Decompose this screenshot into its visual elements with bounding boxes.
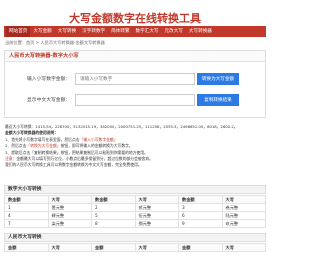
input-row: 输入小写数字金额： 转换为大写金额 — [5, 73, 267, 85]
table-header: 数金额 — [178, 195, 223, 204]
table-cell: 贰元整 — [134, 203, 179, 212]
table-header: 大写 — [47, 195, 92, 204]
nav-item-home[interactable]: 网站首页 — [6, 26, 31, 37]
table-cell: 捌元整 — [134, 219, 179, 228]
table-header: 大写 — [134, 243, 179, 252]
table-cell: 伍元整 — [134, 211, 179, 220]
table-cell: 壹元整 — [47, 203, 92, 212]
result-row: 显示中文大写金额： 复制转换结果 — [5, 94, 267, 106]
nav-item-yuan-uppercase[interactable]: 元改大写 — [162, 26, 186, 37]
rmb-table: 金额 大写 金额 大写 金额 大写 — [4, 243, 266, 252]
table-cell: 玖元整 — [221, 219, 266, 228]
amount-input-label: 输入小写数字金额： — [27, 77, 71, 82]
table-header: 数金额 — [91, 195, 136, 204]
nav-item-hanzi-to-number[interactable]: 汉字转数字 — [79, 26, 108, 37]
table-header: 金额 — [91, 243, 136, 252]
table-cell: 5 — [91, 211, 136, 220]
nav-item-converter[interactable]: 大写转换器 — [186, 26, 215, 37]
table-header-row: 金额 大写 金额 大写 金额 大写 — [4, 243, 266, 252]
main-navbar: 网站首页 大写金额 大写转换 汉字转数字 简体转繁 数字汇大写 元改大写 大写转… — [4, 26, 266, 37]
table-header-row: 数金额 大写 数金额 大写 数金额 大写 — [4, 195, 266, 204]
table-header: 大写 — [221, 195, 266, 204]
table-header: 大写 — [47, 243, 92, 252]
breadcrumb: 当前位置：首页 > 人民币大写转换器-金额大写转换器 — [5, 40, 105, 45]
table-cell: 肆元整 — [47, 211, 92, 220]
table-cell: 9 — [178, 219, 223, 228]
table-cell: 1 — [4, 203, 49, 212]
table-cell: 6 — [178, 211, 223, 220]
table-cell: 4 — [4, 211, 49, 220]
nav-item-uppercase-convert[interactable]: 大写转换 — [55, 26, 79, 37]
table-header: 大写 — [221, 243, 266, 252]
table-header: 大写 — [134, 195, 179, 204]
rmb-section-heading: 人民币大写转换 — [4, 233, 266, 242]
nav-item-number-uppercase[interactable]: 数字汇大写 — [133, 26, 162, 37]
amount-input[interactable] — [75, 73, 195, 85]
table-row: 4 肆元整 5 伍元整 6 陆元整 — [4, 211, 266, 220]
table-row: 7 柒元整 8 捌元整 9 玖元整 — [4, 219, 266, 228]
converter-panel: 人民币大写转换器-数字大小写 输入小写数字金额： 转换为大写金额 显示中文大写金… — [4, 50, 266, 118]
table-cell: 叁元整 — [221, 203, 266, 212]
table-cell: 柒元整 — [47, 219, 92, 228]
digits-table: 数金额 大写 数金额 大写 数金额 大写 1 壹元整 2 贰元整 3 叁元整 4… — [4, 195, 266, 228]
nav-item-simplified-traditional[interactable]: 简体转繁 — [108, 26, 132, 37]
nav-item-uppercase-amount[interactable]: 大写金额 — [30, 26, 54, 37]
usage-footer: 我们的人民币大写转换工具可以将数字金额转换为中文大写金额，完全免费使用。 — [5, 162, 142, 168]
site-title: 大写金额数字在线转换工具 — [69, 12, 201, 25]
result-field[interactable] — [75, 94, 195, 106]
table-cell: 2 — [91, 203, 136, 212]
usage-info: 最近大小写转换：1415.54，228700，5132015.19，382000… — [5, 124, 265, 169]
converter-heading: 人民币大写转换器-数字大小写 — [5, 51, 265, 62]
table-cell: 3 — [178, 203, 223, 212]
result-label: 显示中文大写金额： — [27, 98, 71, 103]
table-header: 金额 — [178, 243, 223, 252]
table-row: 1 壹元整 2 贰元整 3 叁元整 — [4, 203, 266, 212]
table-cell: 8 — [91, 219, 136, 228]
copy-result-button[interactable]: 复制转换结果 — [197, 94, 239, 106]
table-cell: 7 — [4, 219, 49, 228]
table-cell: 陆元整 — [221, 211, 266, 220]
digits-section-heading: 数字大小写转换 — [4, 185, 266, 194]
table-header: 数金额 — [4, 195, 49, 204]
table-header: 金额 — [4, 243, 49, 252]
convert-button[interactable]: 转换为大写金额 — [197, 73, 239, 85]
